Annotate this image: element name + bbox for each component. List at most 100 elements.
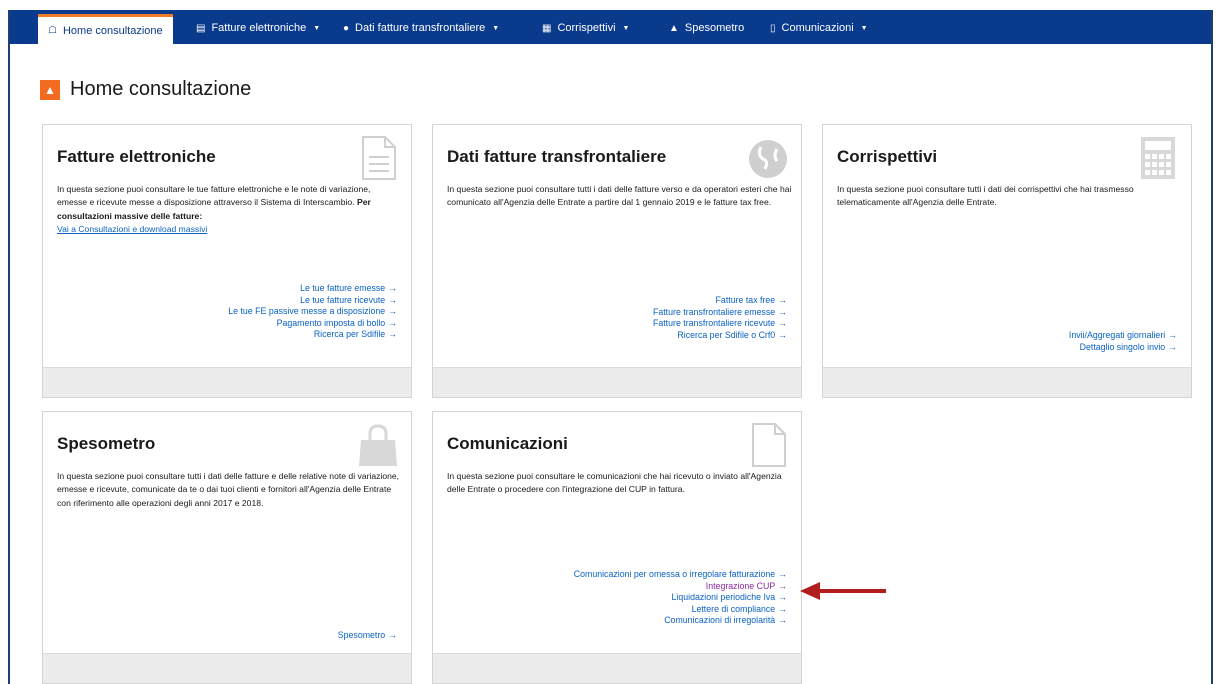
arrow-right-icon: → <box>388 283 397 293</box>
arrow-right-icon: → <box>778 295 787 305</box>
arrow-right-icon: → <box>1168 341 1177 352</box>
card-footer <box>433 367 801 397</box>
link-label: Invii/Aggregati giornalieri <box>1068 330 1166 340</box>
link-label: Ricerca per Sdifile o Crf0 <box>677 329 776 340</box>
link-label: Ricerca per Sdifile <box>313 329 386 340</box>
card-footer <box>433 653 801 683</box>
file-icon: ▯ <box>770 22 776 34</box>
consultazioni-download-massivi-link[interactable]: Vai a Consultazioni e download massivi <box>57 224 207 234</box>
nav-fatture-elettroniche[interactable]: ▤ Fatture elettroniche ▼ <box>196 12 320 44</box>
arrow-right-icon: → <box>1168 330 1177 340</box>
home-icon: ☖ <box>48 25 57 36</box>
link-dettaglio-singolo-invio[interactable]: Dettaglio singolo invio → <box>1069 342 1177 354</box>
nav-dati-fatture-transfrontaliere[interactable]: ● Dati fatture transfrontaliere ▼ <box>343 12 499 44</box>
nav-home-consultazione[interactable]: ☖ Home consultazione <box>38 14 173 44</box>
card-title: Fatture elettroniche <box>57 147 216 166</box>
link-ricerca-sdifile[interactable]: Ricerca per Sdifile → <box>228 329 397 341</box>
card-description: In questa sezione puoi consultare tutti … <box>447 184 792 208</box>
description-text: In questa sezione puoi consultare le tue… <box>57 184 371 208</box>
arrow-right-icon: → <box>388 317 397 328</box>
nav-comunicazioni[interactable]: ▯ Comunicazioni ▼ <box>770 12 868 44</box>
link-transfrontaliere-emesse[interactable]: Fatture transfrontaliere emesse → <box>653 307 787 319</box>
top-navbar: ☖ Home consultazione ▤ Fatture elettroni… <box>10 10 1211 44</box>
card-links: Comunicazioni per omessa o irregolare fa… <box>574 569 787 627</box>
arrow-right-icon: → <box>778 306 787 317</box>
arrow-right-icon: → <box>778 318 787 329</box>
arrow-right-icon: → <box>778 615 787 626</box>
arrow-right-icon: → <box>778 329 787 340</box>
link-integrazione-cup[interactable]: Integrazione CUP → <box>574 581 787 593</box>
link-fatture-tax-free[interactable]: Fatture tax free → <box>653 295 787 307</box>
link-lettere-compliance[interactable]: Lettere di compliance → <box>574 604 787 616</box>
link-label: Le tue fatture ricevute <box>300 294 386 305</box>
arrow-right-icon: → <box>778 592 787 603</box>
link-fe-passive[interactable]: Le tue FE passive messe a disposizione → <box>228 306 397 318</box>
card-description: In questa sezione puoi consultare le com… <box>447 471 782 495</box>
calculator-icon: ▦ <box>542 22 552 34</box>
card-fatture-elettroniche: Fatture elettroniche In questa sezione p… <box>42 124 412 398</box>
link-liquidazioni-iva[interactable]: Liquidazioni periodiche Iva → <box>574 592 787 604</box>
link-spesometro[interactable]: Spesometro → <box>338 630 397 642</box>
card-description: In questa sezione puoi consultare le tue… <box>57 183 402 236</box>
card-title: Comunicazioni <box>447 434 568 453</box>
calculator-icon <box>1141 137 1175 179</box>
card-links: Spesometro → <box>338 630 397 642</box>
link-transfrontaliere-ricevute[interactable]: Fatture transfrontaliere ricevute → <box>653 318 787 330</box>
arrow-right-icon: → <box>778 569 787 579</box>
link-invii-aggregati[interactable]: Invii/Aggregati giornalieri → <box>1069 330 1177 342</box>
link-omessa-irregolare-fatturazione[interactable]: Comunicazioni per omessa o irregolare fa… <box>574 569 787 581</box>
card-corrispettivi: Corrispettivi In questa sezione puoi con… <box>822 124 1192 398</box>
nav-label: Comunicazioni <box>781 22 854 34</box>
card-description: In questa sezione puoi consultare tutti … <box>57 471 400 508</box>
bag-icon: ▲ <box>669 22 679 34</box>
caret-down-icon: ▼ <box>860 24 868 32</box>
arrow-right-icon: → <box>388 306 397 317</box>
document-icon: ▤ <box>196 22 206 34</box>
caret-down-icon: ▼ <box>313 24 321 32</box>
card-spesometro: Spesometro In questa sezione puoi consul… <box>42 411 412 684</box>
card-title: Corrispettivi <box>837 147 938 166</box>
caret-down-icon: ▼ <box>492 24 500 32</box>
nav-label: Fatture elettroniche <box>211 22 307 34</box>
arrow-right-icon: → <box>388 630 397 640</box>
page-title: Home consultazione <box>70 78 252 100</box>
link-fatture-emesse[interactable]: Le tue fatture emesse → <box>228 283 397 295</box>
link-label: Fatture tax free <box>715 295 776 305</box>
link-label: Integrazione CUP <box>705 580 776 591</box>
link-imposta-bollo[interactable]: Pagamento imposta di bollo → <box>228 318 397 330</box>
card-description: In questa sezione puoi consultare tutti … <box>837 184 1134 208</box>
link-label: Dettaglio singolo invio <box>1079 341 1166 352</box>
globe-icon <box>749 140 787 178</box>
link-label: Spesometro <box>337 630 386 640</box>
link-label: Lettere di compliance <box>691 603 776 614</box>
link-ricerca-sdifile-crf0[interactable]: Ricerca per Sdifile o Crf0 → <box>653 330 787 342</box>
document-icon <box>362 136 396 180</box>
card-footer <box>823 367 1191 397</box>
arrow-right-icon: → <box>778 580 787 591</box>
arrow-right-icon: → <box>388 294 397 305</box>
card-dati-fatture-transfrontaliere: Dati fatture transfrontaliere In questa … <box>432 124 802 398</box>
caret-down-icon: ▼ <box>622 24 630 32</box>
link-comunicazioni-irregolarita[interactable]: Comunicazioni di irregolarità → <box>574 615 787 627</box>
link-fatture-ricevute[interactable]: Le tue fatture ricevute → <box>228 295 397 307</box>
card-links: Invii/Aggregati giornalieri → Dettaglio s… <box>1069 330 1177 353</box>
link-label: Comunicazioni per omessa o irregolare fa… <box>573 569 776 579</box>
card-title: Dati fatture transfrontaliere <box>447 147 667 166</box>
link-label: Fatture transfrontaliere emesse <box>652 306 776 317</box>
home-icon: ▲ <box>40 79 60 100</box>
card-links: Le tue fatture emesse → Le tue fatture ri… <box>228 283 397 341</box>
globe-icon: ● <box>343 22 350 34</box>
link-label: Le tue FE passive messe a disposizione <box>228 306 386 317</box>
nav-label: Dati fatture transfrontaliere <box>355 22 486 34</box>
arrow-right-icon: → <box>388 329 397 340</box>
nav-spesometro[interactable]: ▲ Spesometro <box>669 12 744 44</box>
annotation-arrow-icon <box>800 582 886 600</box>
nav-label: Home consultazione <box>62 24 163 37</box>
bag-icon <box>359 424 397 466</box>
cropped-caption <box>0 0 1221 10</box>
nav-corrispettivi[interactable]: ▦ Corrispettivi ▼ <box>542 12 629 44</box>
card-footer <box>43 653 411 683</box>
card-title: Spesometro <box>57 434 156 453</box>
arrow-right-icon: → <box>778 603 787 614</box>
card-comunicazioni: Comunicazioni In questa sezione puoi con… <box>432 411 802 684</box>
